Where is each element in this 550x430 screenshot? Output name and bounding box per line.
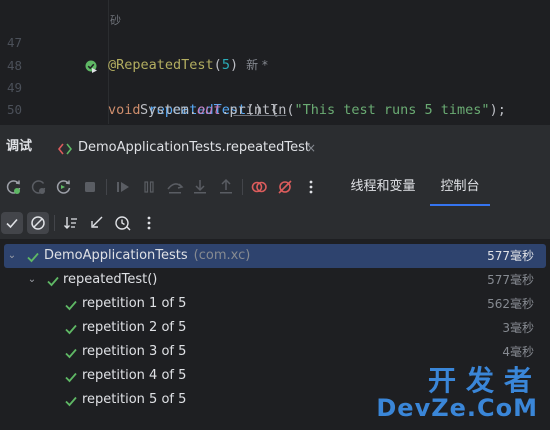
tab-console[interactable]: 控制台: [430, 168, 490, 206]
test-name[interactable]: repetition 1 of 5: [82, 292, 186, 316]
test-results-toolbar: [0, 206, 550, 240]
duration: 4毫秒: [502, 345, 534, 359]
debug-session-tab[interactable]: DemoApplicationTests.repeatedTest ×: [56, 133, 324, 163]
tool-window-title: 调试: [6, 139, 33, 154]
check-icon: [64, 345, 78, 359]
step-out-icon[interactable]: [216, 177, 236, 197]
watermark: 开发者 DevZe.CoM: [376, 364, 542, 423]
test-name: DemoApplicationTests: [44, 248, 188, 263]
sort-alphabetically-icon[interactable]: [60, 212, 82, 234]
code-line-hint: 砂: [0, 0, 550, 27]
run-test-passed-icon[interactable]: [36, 37, 97, 73]
code-editor[interactable]: 砂 47 @RepeatedTest(5) 新 * 48 void repeate…: [0, 0, 550, 124]
code-line-48[interactable]: 48 void repeatedTest() {: [0, 33, 550, 118]
duration: 562毫秒: [487, 297, 534, 311]
test-name[interactable]: repetition 3 of 5: [82, 340, 186, 364]
duration: 3毫秒: [502, 321, 534, 335]
tree-row-repetition[interactable]: repetition 3 of 5 4毫秒: [4, 340, 546, 364]
code-line-51[interactable]: 51 }: [0, 99, 550, 121]
toolbar-divider: [242, 179, 243, 195]
code-line-50[interactable]: 50 }: [0, 77, 550, 117]
close-icon[interactable]: ×: [306, 133, 316, 163]
tree-row-test-class[interactable]: ⌄ DemoApplicationTests (com.xc) 577毫秒: [4, 244, 546, 268]
view-breakpoints-icon[interactable]: [249, 177, 269, 197]
rerun-failed-icon[interactable]: [29, 177, 49, 197]
check-icon: [64, 297, 78, 311]
collapse-all-icon[interactable]: [86, 212, 108, 234]
show-ignored-toggle[interactable]: [27, 212, 49, 234]
step-over-icon[interactable]: [165, 177, 185, 197]
tab-label[interactable]: DemoApplicationTests.repeatedTest: [78, 133, 310, 163]
resume-icon[interactable]: [113, 177, 133, 197]
rerun-icon[interactable]: [4, 177, 24, 197]
chevron-down-icon[interactable]: ⌄: [26, 268, 38, 292]
chevron-down-icon[interactable]: ⌄: [6, 244, 18, 268]
show-passed-toggle[interactable]: [1, 212, 23, 234]
duration: 577毫秒: [487, 249, 534, 263]
rerun-automatically-icon[interactable]: [54, 177, 74, 197]
watermark-en: DevZe.CoM: [376, 394, 538, 422]
tree-row-test-method[interactable]: ⌄ repeatedTest() 577毫秒: [4, 268, 546, 292]
more-options-icon[interactable]: [301, 177, 321, 197]
stop-icon[interactable]: [80, 177, 100, 197]
check-icon: [64, 369, 78, 383]
debug-toolbar: 线程和变量 控制台: [0, 168, 550, 206]
tree-row-label[interactable]: DemoApplicationTests (com.xc): [44, 244, 250, 268]
test-name[interactable]: repetition 2 of 5: [82, 316, 186, 340]
toolbar-divider: [106, 179, 107, 195]
debug-tool-window-header: 调试 DemoApplicationTests.repeatedTest ×: [0, 124, 550, 168]
tree-row-repetition[interactable]: repetition 1 of 5 562毫秒: [4, 292, 546, 316]
check-icon: [64, 393, 78, 407]
step-into-icon[interactable]: [190, 177, 210, 197]
test-name[interactable]: repeatedTest(): [63, 268, 157, 292]
test-config-icon: [57, 141, 73, 155]
watermark-cn: 开发者: [427, 364, 542, 397]
code-line-47[interactable]: 47 @RepeatedTest(5) 新 *: [0, 10, 550, 73]
mute-breakpoints-icon[interactable]: [275, 177, 295, 197]
package-name: (com.xc): [193, 248, 251, 263]
test-name[interactable]: repetition 4 of 5: [82, 364, 186, 388]
check-icon: [64, 321, 78, 335]
tab-threads-variables[interactable]: 线程和变量: [340, 168, 426, 206]
code-line-49[interactable]: 49 System.out.println("This test runs 5 …: [0, 55, 550, 118]
test-name[interactable]: repetition 5 of 5: [82, 388, 186, 412]
check-icon: [26, 249, 40, 263]
more-options-icon[interactable]: [138, 212, 160, 234]
check-icon: [46, 273, 60, 287]
tree-row-repetition[interactable]: repetition 2 of 5 3毫秒: [4, 316, 546, 340]
toolbar-divider: [54, 215, 55, 231]
pause-icon[interactable]: [139, 177, 159, 197]
sort-by-duration-icon[interactable]: [112, 212, 134, 234]
duration: 577毫秒: [487, 273, 534, 287]
